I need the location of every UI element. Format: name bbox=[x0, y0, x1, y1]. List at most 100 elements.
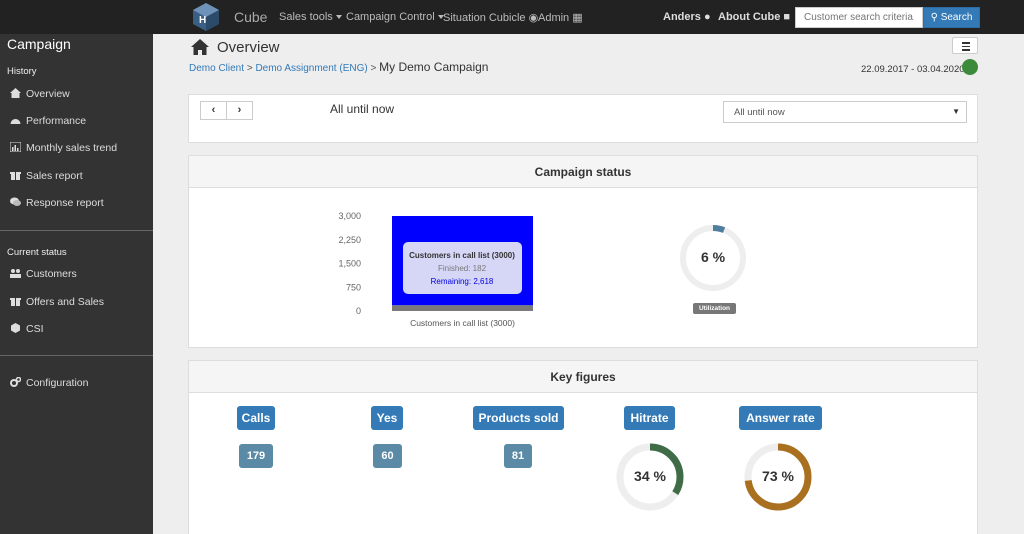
prev-period-button[interactable]: ‹ bbox=[200, 101, 227, 120]
hitrate-label: Hitrate bbox=[624, 406, 675, 430]
calls-value: 179 bbox=[239, 444, 273, 468]
sidebar-item-label: Overview bbox=[26, 88, 70, 100]
nav-about[interactable]: About Cube ■ bbox=[718, 11, 790, 23]
hitrate-donut: 34 % bbox=[614, 441, 686, 513]
search-icon: ⚲ bbox=[930, 12, 938, 23]
sidebar-item-configuration[interactable]: Configuration bbox=[10, 377, 88, 389]
sidebar-item-label: CSI bbox=[26, 323, 44, 335]
products-sold-value: 81 bbox=[504, 444, 532, 468]
nav-campaign-control[interactable]: Campaign Control bbox=[346, 11, 444, 23]
breadcrumb-separator: > bbox=[370, 63, 377, 74]
nav-label: Sales tools bbox=[279, 11, 333, 23]
hamburger-line bbox=[962, 49, 970, 51]
status-indicator bbox=[962, 59, 978, 75]
sidebar-item-label: Performance bbox=[26, 115, 87, 127]
top-navbar: H Cube Sales tools Campaign Control Situ… bbox=[0, 0, 1024, 34]
home-icon bbox=[10, 88, 21, 98]
hamburger-line bbox=[962, 42, 970, 44]
date-range: 22.09.2017 - 03.04.2020 bbox=[861, 64, 965, 75]
about-label: About Cube bbox=[718, 11, 781, 23]
calls-label: Calls bbox=[237, 406, 275, 430]
nav-user[interactable]: Anders ● bbox=[663, 11, 711, 23]
gift-icon bbox=[10, 298, 21, 306]
breadcrumb-client[interactable]: Demo Client bbox=[189, 63, 244, 74]
sidebar-item-overview[interactable]: Overview bbox=[10, 88, 70, 100]
x-axis-label: Customers in call list (3000) bbox=[410, 318, 515, 328]
sidebar-item-label: Sales report bbox=[26, 170, 83, 182]
sidebar-item-customers[interactable]: Customers bbox=[10, 268, 77, 280]
breadcrumb-separator: > bbox=[246, 63, 253, 74]
cube-logo[interactable]: H bbox=[191, 2, 221, 32]
panel-heading: Key figures bbox=[189, 361, 977, 393]
user-name: Anders bbox=[663, 11, 701, 23]
sidebar-item-label: Configuration bbox=[26, 377, 89, 389]
dashboard-icon bbox=[10, 119, 21, 124]
sidebar-divider bbox=[0, 355, 153, 356]
chevron-down-icon bbox=[335, 15, 342, 20]
users-icon bbox=[10, 269, 21, 278]
customer-search-input[interactable] bbox=[795, 7, 923, 28]
y-tick-label: 2,250 bbox=[338, 235, 361, 245]
nav-label: Admin bbox=[538, 12, 570, 24]
sidebar-title: Campaign bbox=[7, 36, 71, 52]
sidebar-item-sales-report[interactable]: Sales report bbox=[10, 170, 83, 182]
sidebar-item-label: Customers bbox=[26, 268, 77, 280]
sidebar-item-label: Response report bbox=[26, 197, 104, 209]
cube-icon bbox=[11, 323, 20, 333]
cogs-icon bbox=[10, 377, 21, 387]
bar-tooltip: Customers in call list (3000) Finished: 1… bbox=[403, 242, 522, 294]
chevron-left-icon: ‹ bbox=[211, 104, 216, 116]
sidebar: Campaign History Overview Performance Mo… bbox=[0, 34, 153, 534]
hamburger-menu-button[interactable] bbox=[952, 37, 978, 54]
sidebar-item-performance[interactable]: Performance bbox=[10, 115, 86, 127]
answer-rate-value: 73 % bbox=[762, 468, 794, 484]
nav-label: Campaign Control bbox=[346, 11, 435, 23]
y-tick-label: 1,500 bbox=[338, 259, 361, 269]
key-figures-body: Calls 179 Yes 60 Products sold 81 Hitrat… bbox=[189, 394, 977, 534]
utilization-donut: 6 % bbox=[677, 222, 749, 294]
nav-sales-tools[interactable]: Sales tools bbox=[279, 11, 342, 23]
cube-icon: ■ bbox=[783, 11, 791, 23]
sidebar-item-csi[interactable]: CSI bbox=[10, 323, 44, 335]
yes-label: Yes bbox=[371, 406, 403, 430]
nav-admin[interactable]: Admin ▦ bbox=[538, 11, 583, 24]
next-period-button[interactable]: › bbox=[226, 101, 253, 120]
bar-chart-icon bbox=[10, 142, 21, 152]
caret-down-icon: ▼ bbox=[952, 107, 960, 116]
home-icon bbox=[191, 39, 209, 55]
hamburger-line bbox=[962, 45, 970, 47]
nav-situation-cubicle[interactable]: Situation Cubicle ◉ bbox=[443, 11, 538, 24]
answer-rate-label: Answer rate bbox=[739, 406, 822, 430]
products-sold-label: Products sold bbox=[473, 406, 564, 430]
chevron-right-icon: › bbox=[237, 104, 242, 116]
grid-icon: ▦ bbox=[572, 12, 583, 24]
page-title: Overview bbox=[217, 39, 280, 56]
bar-segment-finished[interactable] bbox=[392, 305, 533, 311]
search-button-label: Search bbox=[940, 12, 973, 23]
comments-icon bbox=[10, 197, 21, 206]
utilization-value: 6 % bbox=[700, 249, 726, 265]
key-figures-panel: Key figures Calls 179 Yes 60 Products so… bbox=[188, 360, 978, 534]
sidebar-item-monthly-sales-trend[interactable]: Monthly sales trend bbox=[10, 142, 117, 154]
svg-text:H: H bbox=[199, 15, 206, 26]
sidebar-item-offers-and-sales[interactable]: Offers and Sales bbox=[10, 296, 104, 308]
sidebar-item-response-report[interactable]: Response report bbox=[10, 197, 104, 209]
sidebar-section-current-status: Current status bbox=[7, 247, 67, 258]
breadcrumb-assignment[interactable]: Demo Assignment (ENG) bbox=[255, 63, 367, 74]
brand-name[interactable]: Cube bbox=[234, 9, 267, 25]
search-button[interactable]: ⚲ Search bbox=[923, 7, 980, 28]
campaign-status-panel: Campaign status 3,000 2,250 1,500 750 0 Custo… bbox=[188, 155, 978, 348]
hitrate-value: 34 % bbox=[634, 468, 666, 484]
tooltip-finished: Finished: 182 bbox=[438, 264, 487, 273]
sidebar-item-label: Monthly sales trend bbox=[26, 142, 118, 154]
utilization-badge: Utilization bbox=[693, 303, 736, 314]
period-panel: ‹ › All until now All until now ▼ bbox=[188, 94, 978, 143]
breadcrumb-current: My Demo Campaign bbox=[379, 60, 489, 74]
sidebar-item-label: Offers and Sales bbox=[26, 296, 105, 308]
panel-heading: Campaign status bbox=[189, 156, 977, 188]
sidebar-divider bbox=[0, 230, 153, 231]
y-tick-label: 3,000 bbox=[338, 211, 361, 221]
call-list-bar-chart: 3,000 2,250 1,500 750 0 Customers in call lis… bbox=[338, 211, 533, 328]
period-select[interactable]: All until now ▼ bbox=[723, 101, 967, 123]
y-tick-label: 750 bbox=[346, 282, 361, 292]
